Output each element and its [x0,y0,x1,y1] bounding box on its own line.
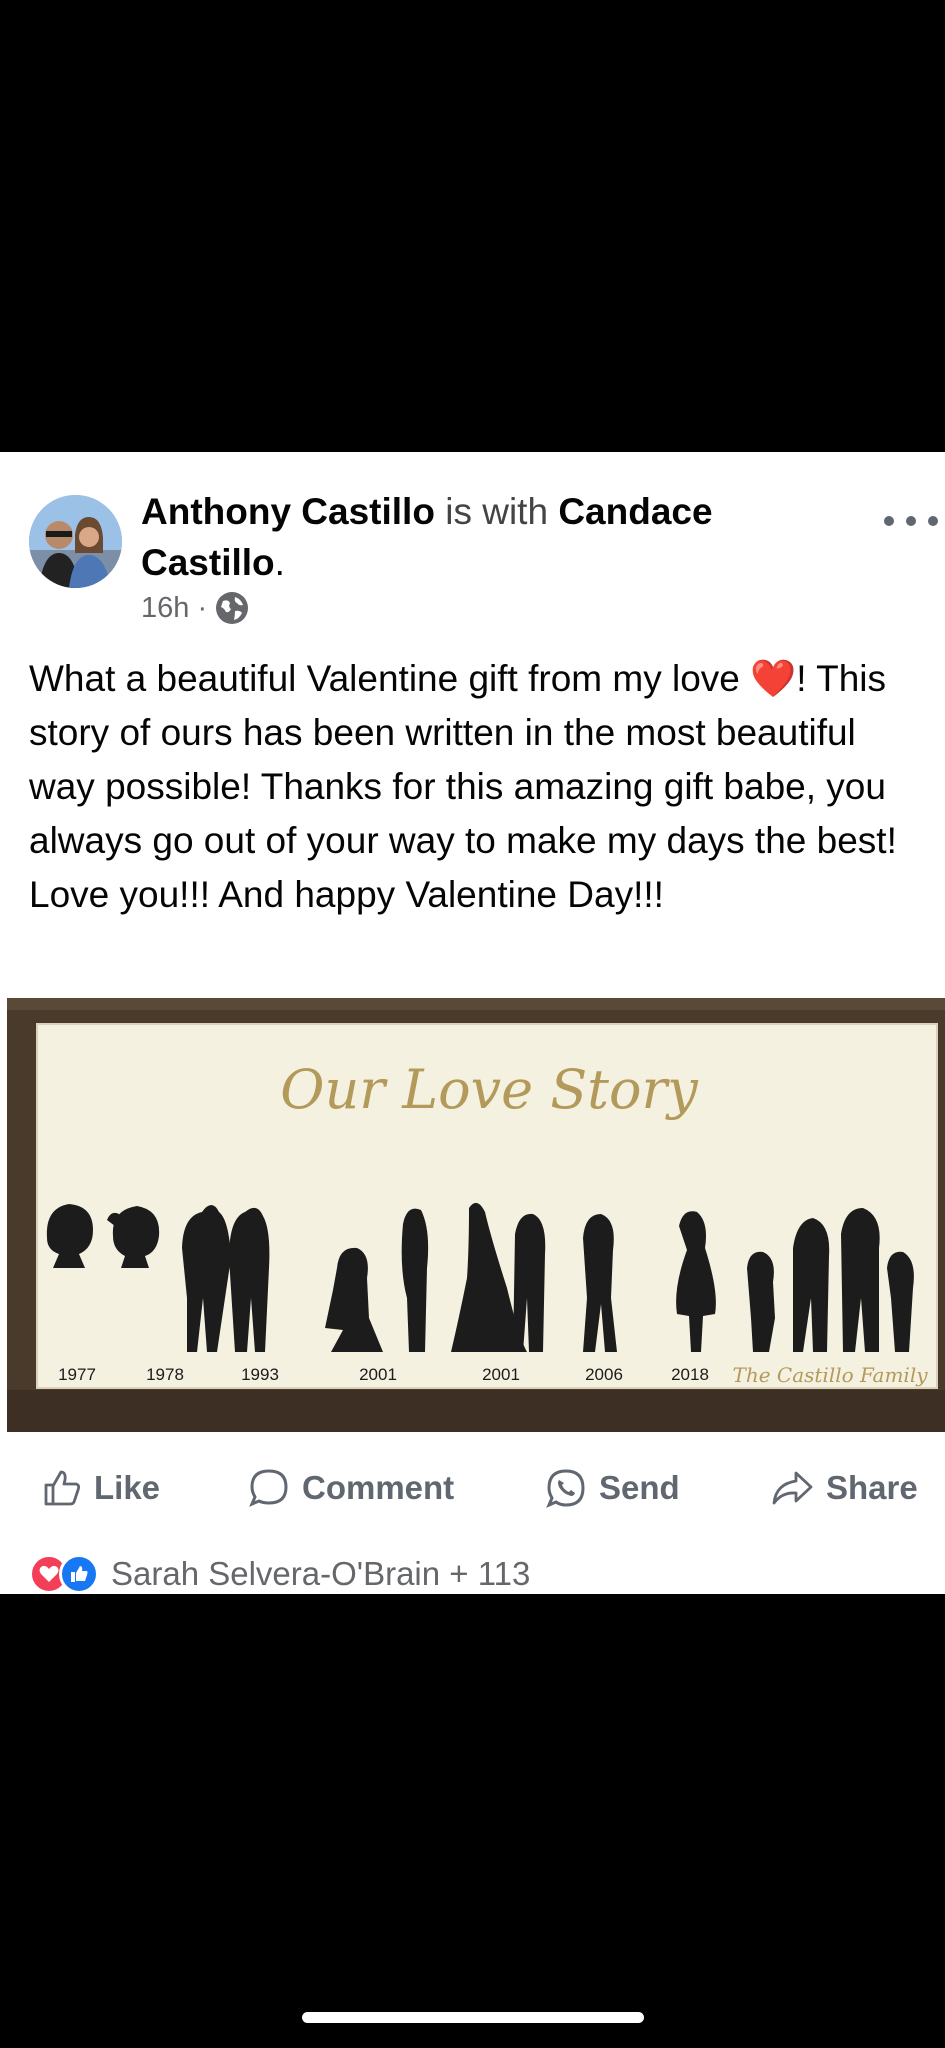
reactions-row[interactable]: Sarah Selvera-O'Brain + 113 [29,1552,530,1596]
share-label: Share [826,1469,918,1506]
post-header: Anthony Castillo is with Candace Castill… [141,486,861,588]
year-label: 1978 [146,1365,184,1384]
more-options-icon[interactable] [883,492,939,537]
comment-button[interactable]: Comment [248,1448,454,1528]
year-label: 1993 [241,1365,279,1384]
timeline-years: 1977 1978 1993 2001 2001 2006 2018 [58,1365,709,1384]
post-caption: What a beautiful Valentine gift from my … [29,658,897,915]
share-arrow-icon [770,1468,826,1508]
photo-title: Our Love Story [280,1058,699,1121]
thumbs-up-icon [42,1468,94,1508]
reactions-summary: Sarah Selvera-O'Brain + 113 [111,1555,531,1592]
globe-icon [215,591,249,625]
year-label: 2018 [671,1365,709,1384]
like-reaction-icon [59,1554,99,1594]
year-label: 2006 [585,1365,623,1384]
like-button[interactable]: Like [42,1448,160,1528]
like-label: Like [94,1469,161,1506]
comment-label: Comment [302,1469,455,1506]
header-period: . [274,542,285,583]
silhouette-groom-2001 [513,1213,546,1352]
post-actions: Like Comment Send Share [0,1448,945,1528]
tagged-person-first[interactable]: Candace [558,491,712,532]
year-label: 2001 [482,1365,520,1384]
share-button[interactable]: Share [770,1448,918,1528]
send-button[interactable]: Send [545,1448,680,1528]
comment-icon [248,1467,302,1509]
home-indicator[interactable] [302,2012,644,2023]
whatsapp-icon [545,1467,599,1509]
family-label: The Castillo Family [732,1363,928,1387]
year-label: 1977 [58,1365,96,1384]
post-photo[interactable]: Our Love Story 1977 1978 1993 2001 2001 … [7,998,945,1432]
author-avatar[interactable] [29,495,122,588]
post-time[interactable]: 16h · [141,592,207,625]
post-card: Anthony Castillo is with Candace Castill… [0,452,945,1594]
year-label: 2001 [359,1365,397,1384]
post-meta: 16h · [141,588,249,628]
author-name[interactable]: Anthony Castillo [141,491,435,532]
with-label: is with [445,491,549,532]
tagged-person-last[interactable]: Castillo [141,542,275,583]
send-label: Send [599,1469,680,1506]
